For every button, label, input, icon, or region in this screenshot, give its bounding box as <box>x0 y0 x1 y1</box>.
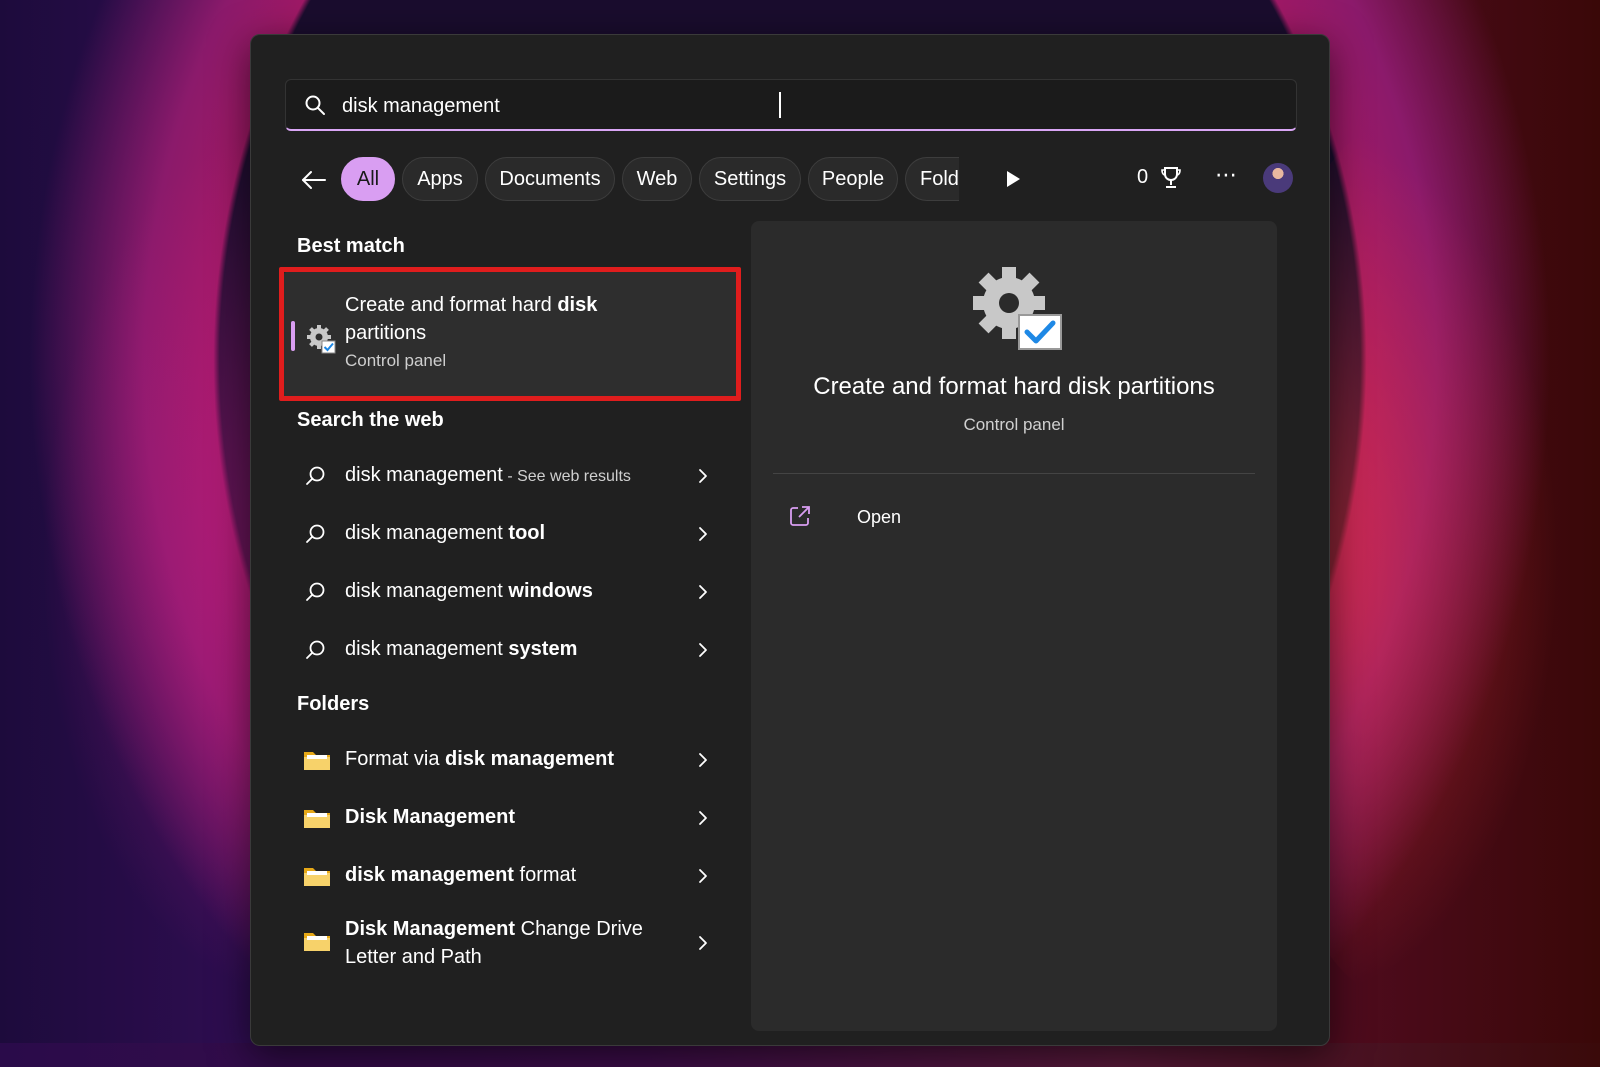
chevron-right-icon <box>699 869 707 883</box>
folder-result-label: disk management format <box>345 864 577 886</box>
folder-icon <box>304 752 330 770</box>
chevron-right-icon <box>699 936 707 950</box>
chevron-right-icon <box>699 753 707 767</box>
divider <box>773 473 1255 474</box>
search-icon <box>306 582 325 601</box>
gear-check-icon <box>973 267 1062 350</box>
detail-pane: Create and format hard disk partitions C… <box>751 221 1277 1031</box>
folder-icon <box>304 933 330 951</box>
search-web-heading: Search the web <box>297 409 444 431</box>
more-icon[interactable]: ⋯ <box>1211 163 1241 193</box>
play-icon[interactable] <box>1003 169 1023 189</box>
folder-result-item[interactable]: Disk Management Change Drive Letter and … <box>297 907 717 979</box>
taskbar-edge <box>0 1043 1600 1067</box>
tab-people[interactable]: People <box>808 157 898 201</box>
tab-web[interactable]: Web <box>622 157 692 201</box>
tab-folders[interactable]: Fold <box>905 157 959 201</box>
search-input[interactable] <box>340 88 1244 124</box>
search-icon <box>306 524 325 543</box>
folder-icon <box>304 868 330 886</box>
chevron-right-icon <box>699 527 707 541</box>
tab-apps[interactable]: Apps <box>402 157 478 201</box>
chevron-right-icon <box>699 585 707 599</box>
tab-documents[interactable]: Documents <box>485 157 615 201</box>
chevron-right-icon <box>699 811 707 825</box>
folders-heading: Folders <box>297 693 370 715</box>
folder-result-item[interactable]: disk management format <box>297 851 717 901</box>
folder-result-label: Disk Management Change Drive Letter and … <box>345 918 643 968</box>
web-result-label: disk management system <box>345 638 578 660</box>
highlight-box <box>279 267 741 401</box>
search-icon <box>305 95 325 115</box>
folder-result-label: Disk Management <box>345 806 516 828</box>
open-action[interactable]: Open <box>781 497 981 537</box>
web-result-item[interactable]: disk management system <box>297 625 717 675</box>
text-caret <box>779 92 781 118</box>
web-result-label: disk management - See web results <box>345 464 631 486</box>
web-result-item[interactable]: disk management tool <box>297 509 717 559</box>
folder-result-label: Format via disk management <box>345 748 614 770</box>
best-match-heading: Best match <box>297 235 405 257</box>
folder-icon <box>304 810 330 828</box>
search-icon <box>306 466 325 485</box>
chevron-right-icon <box>699 643 707 657</box>
search-icon <box>306 640 325 659</box>
trophy-icon[interactable] <box>1159 165 1183 191</box>
open-external-icon <box>790 506 810 526</box>
search-box[interactable] <box>285 79 1297 131</box>
web-result-item[interactable]: disk management windows <box>297 567 717 617</box>
detail-subtitle: Control panel <box>963 415 1065 434</box>
web-result-label: disk management windows <box>345 580 593 602</box>
open-label: Open <box>857 507 902 527</box>
search-panel: All Apps Documents Web Settings People F… <box>250 34 1330 1046</box>
folder-result-item[interactable]: Format via disk management <box>297 735 717 785</box>
web-result-item[interactable]: disk management - See web results <box>297 451 717 501</box>
tab-all[interactable]: All <box>341 157 395 201</box>
avatar[interactable] <box>1263 163 1293 193</box>
web-result-label: disk management tool <box>345 522 546 544</box>
chevron-right-icon <box>699 469 707 483</box>
arrow-left-icon[interactable] <box>299 165 329 195</box>
filter-toolbar: All Apps Documents Web Settings People F… <box>285 157 1297 203</box>
folder-result-item[interactable]: Disk Management <box>297 793 717 843</box>
detail-title: Create and format hard disk partitions <box>813 373 1215 400</box>
rewards-points: 0 <box>1137 166 1149 188</box>
tab-settings[interactable]: Settings <box>699 157 801 201</box>
